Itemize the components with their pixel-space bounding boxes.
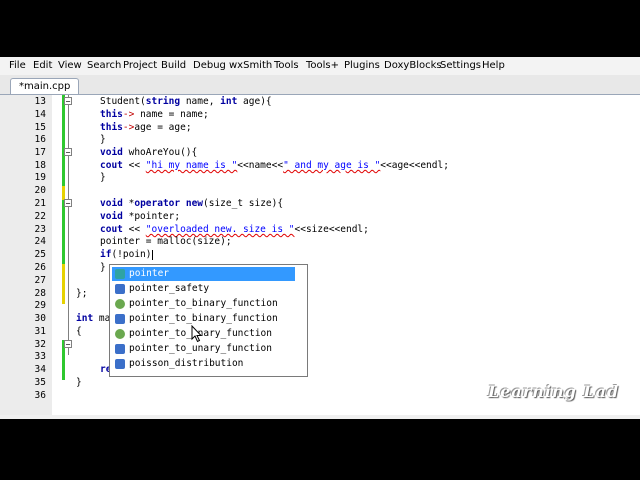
fold-marker[interactable]: −	[64, 199, 72, 208]
line-number: 28	[34, 288, 46, 299]
code-line-14: this-> name = name;	[100, 109, 209, 120]
line-number: 29	[34, 300, 46, 311]
line-number: 20	[34, 185, 46, 196]
class-icon	[115, 284, 125, 294]
variable-icon	[115, 269, 125, 279]
autocomplete-item[interactable]: pointer_to_binary_function	[112, 312, 295, 326]
autocomplete-item-label: pointer_safety	[129, 283, 210, 294]
line-number: 15	[34, 122, 46, 133]
code-line-24: pointer = malloc(size);	[100, 236, 232, 247]
class-icon	[115, 314, 125, 324]
line-number: 24	[34, 236, 46, 247]
line-number: 31	[34, 326, 46, 337]
menu-edit[interactable]: Edit	[33, 60, 52, 71]
menu-settings[interactable]: Settings	[440, 60, 481, 71]
autocomplete-item[interactable]: pointer_to_binary_function	[112, 297, 295, 311]
line-number: 26	[34, 262, 46, 273]
fold-line	[68, 95, 69, 355]
menu-doxyblocks[interactable]: DoxyBlocks	[384, 60, 442, 71]
menu-project[interactable]: Project	[123, 60, 157, 71]
line-number: 14	[34, 109, 46, 120]
menu-plugins[interactable]: Plugins	[344, 60, 380, 71]
autocomplete-item[interactable]: pointer_to_unary_function	[112, 327, 295, 341]
menu-view[interactable]: View	[58, 60, 82, 71]
line-number: 35	[34, 377, 46, 388]
menu-debug[interactable]: Debug	[193, 60, 226, 71]
line-number: 25	[34, 249, 46, 260]
code-line-15: this->age = age;	[100, 122, 192, 133]
line-number: 30	[34, 313, 46, 324]
line-number: 23	[34, 224, 46, 235]
code-line-22: void *pointer;	[100, 211, 181, 222]
code-line-16: }	[100, 134, 106, 145]
line-number: 16	[34, 134, 46, 145]
autocomplete-item-label: pointer	[129, 268, 170, 279]
code-editor[interactable]: − − − − 13 14 15 16 17 18 19 20 21 22 23 24 25 26 27 28…	[0, 95, 640, 415]
fold-marker[interactable]: −	[64, 340, 72, 349]
code-line-23: cout << "overloaded new. size is "<<size…	[100, 224, 369, 235]
code-line-31: int ma	[76, 313, 111, 324]
line-number: 19	[34, 172, 46, 183]
code-line-18: cout << "hi my name is "<<name<<" and my…	[100, 160, 449, 171]
tab-main-cpp[interactable]: *main.cpp	[10, 78, 80, 94]
code-line-17: void whoAreYou(){	[100, 147, 198, 158]
mouse-pointer-icon	[191, 325, 203, 343]
changebar-modified	[62, 264, 65, 304]
code-line-29: };	[76, 288, 88, 299]
autocomplete-item-label: pointer_to_binary_function	[129, 298, 278, 309]
code-line-13: Student(string name, int age){	[100, 96, 272, 107]
watermark-logo: Learning Lad	[488, 382, 620, 401]
menu-bar: File Edit View Search Project Build Debu…	[0, 57, 640, 75]
autocomplete-popup[interactable]: pointer pointer_safety pointer_to_binary_f…	[109, 264, 308, 377]
menu-tools[interactable]: Tools	[274, 60, 299, 71]
changebar-modified	[62, 186, 65, 200]
menu-tools-plus[interactable]: Tools+	[306, 60, 339, 71]
menu-help[interactable]: Help	[482, 60, 505, 71]
autocomplete-item[interactable]: pointer	[112, 267, 295, 281]
code-line-19: }	[100, 172, 106, 183]
autocomplete-item-label: poisson_distribution	[129, 358, 244, 369]
codeblocks-window: File Edit View Search Project Build Debu…	[0, 57, 640, 419]
changebar-saved	[62, 200, 65, 264]
menu-wxsmith[interactable]: wxSmith	[229, 60, 272, 71]
code-line-36: }	[76, 377, 82, 388]
line-number: 32	[34, 339, 46, 350]
autocomplete-item[interactable]: pointer_safety	[112, 282, 295, 296]
line-number: 21	[34, 198, 46, 209]
editor-tab-bar: *main.cpp	[0, 75, 640, 95]
code-line-32: {	[76, 326, 82, 337]
line-number: 22	[34, 211, 46, 222]
code-line-25: if(!poin)	[100, 249, 153, 260]
fold-marker[interactable]: −	[64, 148, 72, 157]
menu-build[interactable]: Build	[161, 60, 186, 71]
line-number: 13	[34, 96, 46, 107]
function-icon	[115, 329, 125, 339]
line-number: 27	[34, 275, 46, 286]
line-number: 34	[34, 364, 46, 375]
autocomplete-item-label: pointer_to_unary_function	[129, 343, 272, 354]
changebar-saved	[62, 95, 65, 186]
line-number: 18	[34, 160, 46, 171]
line-number: 36	[34, 390, 46, 401]
autocomplete-item[interactable]: pointer_to_unary_function	[112, 342, 295, 356]
code-line-26: }	[100, 262, 106, 273]
class-icon	[115, 344, 125, 354]
function-icon	[115, 299, 125, 309]
menu-file[interactable]: File	[9, 60, 26, 71]
code-line-21: void *operator new(size_t size){	[100, 198, 284, 209]
line-number: 33	[34, 351, 46, 362]
autocomplete-item-label: pointer_to_binary_function	[129, 313, 278, 324]
menu-search[interactable]: Search	[87, 60, 121, 71]
fold-marker[interactable]: −	[64, 97, 72, 106]
class-icon	[115, 359, 125, 369]
line-number: 17	[34, 147, 46, 158]
text-cursor	[151, 249, 153, 260]
autocomplete-item[interactable]: poisson_distribution	[112, 357, 295, 371]
